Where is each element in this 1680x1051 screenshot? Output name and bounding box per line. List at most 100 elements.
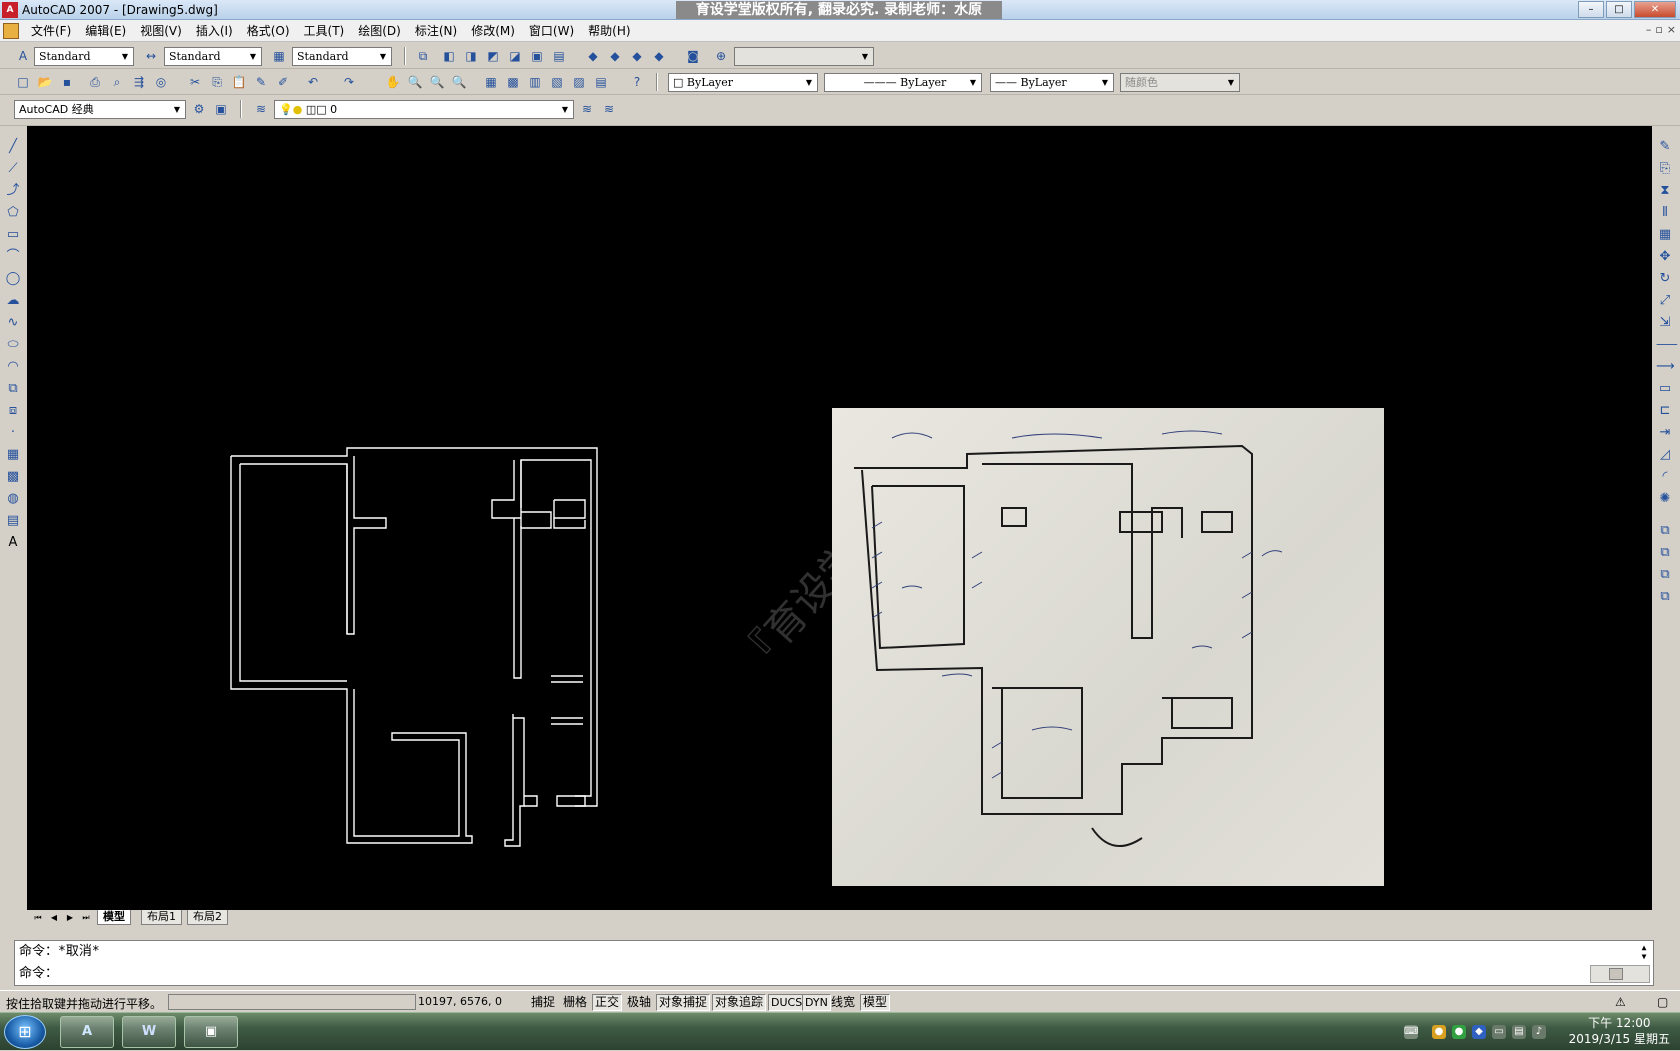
make-block-icon[interactable]: ⧈ (4, 402, 22, 420)
se-iso-view-icon[interactable]: ◆ (606, 47, 624, 65)
markup-icon[interactable]: ▨ (570, 73, 588, 91)
sheet-set-icon[interactable]: ▧ (548, 73, 566, 91)
system-clock[interactable]: 下午 12:00 2019/3/15 星期五 (1569, 1015, 1670, 1047)
circle-icon[interactable]: ◯ (4, 270, 22, 288)
block-editor-icon[interactable]: ✐ (274, 73, 292, 91)
help-icon[interactable]: ? (628, 73, 646, 91)
print-preview-icon[interactable]: ⌕ (108, 73, 126, 91)
ucs-icon[interactable]: ⊕ (712, 47, 730, 65)
mdi-close-button[interactable]: × (1667, 23, 1676, 36)
ellipse-icon[interactable]: ⬭ (4, 336, 22, 354)
linetype-select[interactable]: ——— ByLayer ▼ (824, 73, 982, 92)
sw-iso-view-icon[interactable]: ◆ (584, 47, 602, 65)
cut-icon[interactable]: ✂ (186, 73, 204, 91)
scroll-thumb[interactable] (1609, 968, 1623, 980)
wechat-icon[interactable]: ● (1452, 1025, 1466, 1039)
first-tab-icon[interactable]: ⏮ (31, 911, 45, 924)
mdi-restore-button[interactable]: ▫ (1655, 23, 1662, 36)
right-view-icon[interactable]: ◪ (506, 47, 524, 65)
network-icon[interactable]: ▤ (1512, 1025, 1526, 1039)
named-views-icon[interactable]: ⧉ (414, 47, 432, 65)
table-icon[interactable]: ▤ (4, 512, 22, 530)
taskbar-word[interactable]: W (122, 1016, 176, 1048)
communication-center-icon[interactable]: ⚠ (1612, 994, 1629, 1011)
join-icon[interactable]: ⇥ (1656, 424, 1674, 442)
copy-icon[interactable]: ⎘ (208, 73, 226, 91)
update-icon[interactable]: ● (1432, 1025, 1446, 1039)
dim-style-icon[interactable]: ↔ (142, 47, 160, 65)
nw-iso-view-icon[interactable]: ◆ (650, 47, 668, 65)
zoom-window-icon[interactable]: 🔍 (428, 73, 446, 91)
plot-style-select[interactable]: 随颜色 ▼ (1120, 73, 1240, 92)
make-layer-current-icon[interactable]: ≋ (578, 100, 596, 118)
top-view-icon[interactable]: ◧ (440, 47, 458, 65)
save-workspace-icon[interactable]: ▣ (212, 100, 230, 118)
table-style-select[interactable]: Standard ▼ (292, 47, 392, 66)
volume-icon[interactable]: ♪ (1532, 1025, 1546, 1039)
paste-icon[interactable]: 📋 (230, 73, 248, 91)
array-icon[interactable]: ▦ (1656, 226, 1674, 244)
menu-help[interactable]: 帮助(H) (581, 23, 637, 39)
calculator-icon[interactable]: ▤ (592, 73, 610, 91)
new-file-icon[interactable]: □ (14, 73, 32, 91)
publish-icon[interactable]: ⇶ (130, 73, 148, 91)
properties-icon[interactable]: ▦ (482, 73, 500, 91)
menu-tools[interactable]: 工具(T) (297, 23, 352, 39)
menu-file[interactable]: 文件(F) (24, 23, 78, 39)
mirror-icon[interactable]: ⧗ (1656, 182, 1674, 200)
open-file-icon[interactable]: 📂 (36, 73, 54, 91)
drawing-canvas[interactable]: 『育设学 (27, 126, 1652, 910)
snap-toggle[interactable]: 捕捉 (528, 994, 558, 1011)
start-button[interactable]: ⊞ (4, 1015, 46, 1049)
keyboard-icon[interactable]: ⌨ (1404, 1025, 1418, 1039)
menu-format[interactable]: 格式(O) (240, 23, 297, 39)
menu-draw[interactable]: 绘图(D) (351, 23, 408, 39)
construction-line-icon[interactable]: ⟋ (4, 160, 22, 178)
table-style-icon[interactable]: ▦ (270, 47, 288, 65)
print-icon[interactable]: ⎙ (86, 73, 104, 91)
left-view-icon[interactable]: ◩ (484, 47, 502, 65)
color-select[interactable]: □ ByLayer ▼ (668, 73, 818, 92)
ne-iso-view-icon[interactable]: ◆ (628, 47, 646, 65)
ucs-select[interactable]: ▼ (734, 47, 874, 66)
spline-icon[interactable]: ∿ (4, 314, 22, 332)
fillet-icon[interactable]: ◜ (1656, 468, 1674, 486)
layer-previous-icon[interactable]: ≋ (600, 100, 618, 118)
lineweight-toggle[interactable]: 线宽 (828, 994, 858, 1011)
ducs-toggle[interactable]: DUCS (768, 994, 806, 1011)
autocad-app-icon[interactable]: A (2, 2, 18, 18)
rectangle-icon[interactable]: ▭ (4, 226, 22, 244)
text-style-select[interactable]: Standard ▼ (34, 47, 134, 66)
hatch-icon[interactable]: ▦ (4, 446, 22, 464)
lineweight-select[interactable]: —— ByLayer ▼ (990, 73, 1114, 92)
menu-edit[interactable]: 编辑(E) (78, 23, 133, 39)
tab-layout1[interactable]: 布局1 (141, 910, 182, 925)
pan-icon[interactable]: ✋ (384, 73, 402, 91)
undo-icon[interactable]: ↶ (304, 73, 322, 91)
next-tab-icon[interactable]: ▶ (63, 911, 77, 924)
dim-style-select[interactable]: Standard ▼ (164, 47, 262, 66)
extend-icon[interactable]: ⟶ (1656, 358, 1675, 376)
redo-icon[interactable]: ↷ (340, 73, 358, 91)
ortho-toggle[interactable]: 正交 (592, 994, 623, 1011)
device-icon[interactable]: ▭ (1492, 1025, 1506, 1039)
gradient-icon[interactable]: ▩ (4, 468, 22, 486)
offset-icon[interactable]: ⫴ (1656, 204, 1674, 222)
point-icon[interactable]: · (4, 424, 22, 442)
mdi-minimize-button[interactable]: – (1646, 23, 1652, 36)
close-button[interactable]: ✕ (1634, 1, 1676, 18)
zoom-previous-icon[interactable]: 🔍 (450, 73, 468, 91)
back-view-icon[interactable]: ▤ (550, 47, 568, 65)
erase-icon[interactable]: ✎ (1656, 138, 1674, 156)
taskbar-image-viewer[interactable]: ▣ (184, 1016, 238, 1048)
bottom-view-icon[interactable]: ◨ (462, 47, 480, 65)
command-horizontal-scrollbar[interactable] (1590, 965, 1650, 983)
osnap-toggle[interactable]: 对象捕捉 (656, 994, 711, 1011)
layer-manager-icon[interactable]: ≋ (252, 100, 270, 118)
last-tab-icon[interactable]: ⏭ (79, 911, 93, 924)
move-icon[interactable]: ✥ (1656, 248, 1674, 266)
polyline-icon[interactable]: ⤴ (4, 182, 22, 200)
document-icon[interactable] (3, 23, 19, 39)
minimize-button[interactable]: – (1578, 1, 1604, 18)
menu-view[interactable]: 视图(V) (133, 23, 189, 39)
